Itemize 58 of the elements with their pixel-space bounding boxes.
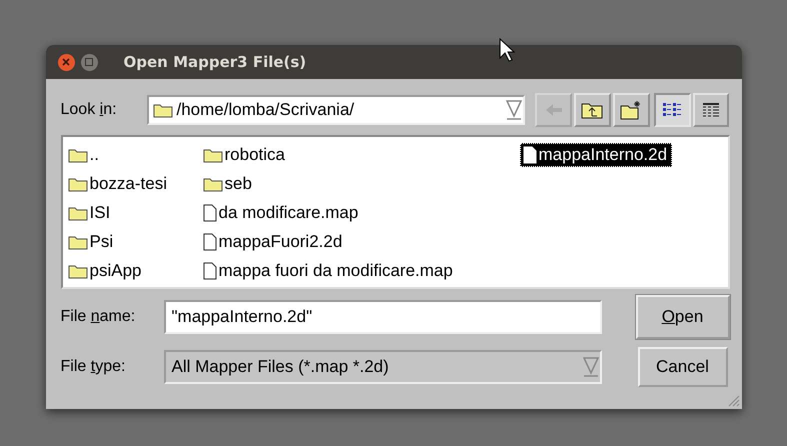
file-name: da modificare.map — [218, 202, 358, 222]
file-name: bozza-tesi — [90, 174, 167, 194]
file-type-dropdown[interactable]: All Mapper Files (*.map *.2d) — [164, 350, 602, 384]
file-name: mappaInterno.2d — [538, 144, 668, 164]
file-name: .. — [90, 144, 99, 164]
folder-icon — [68, 234, 88, 250]
folder-item[interactable]: psiApp — [64, 258, 146, 282]
file-name: mappa fuori da modificare.map — [218, 260, 453, 280]
mouse-pointer-icon — [499, 38, 515, 62]
maximize-button[interactable] — [80, 54, 98, 70]
list-view-button[interactable] — [654, 93, 691, 127]
list-view-icon — [662, 102, 682, 118]
folder-icon — [202, 146, 222, 162]
file-icon — [202, 262, 216, 280]
file-name: psiApp — [90, 260, 142, 280]
look-in-label: Look in: — [60, 101, 118, 119]
maximize-icon — [85, 58, 93, 66]
folder-item[interactable]: seb — [200, 172, 257, 196]
file-name-label: File name: — [60, 308, 136, 326]
parent-folder-icon — [581, 101, 604, 119]
folder-icon — [202, 176, 222, 192]
folder-icon — [68, 146, 88, 162]
detail-view-icon — [702, 102, 720, 118]
file-item[interactable]: mappaInterno.2d — [520, 142, 672, 166]
file-item[interactable]: da modificare.map — [200, 200, 364, 224]
file-name: ISI — [90, 202, 110, 222]
file-name: mappaFuori2.2d — [218, 232, 342, 252]
file-icon — [202, 204, 216, 222]
window-title: Open Mapper3 File(s) — [124, 53, 306, 71]
folder-icon — [68, 262, 88, 278]
file-name: Psi — [90, 232, 114, 252]
look-in-dropdown[interactable]: /home/lomba/Scrivania/ — [146, 95, 526, 125]
back-arrow-icon — [544, 103, 563, 117]
folder-icon — [68, 176, 88, 192]
close-icon — [62, 58, 70, 66]
new-folder-button[interactable] — [612, 93, 650, 127]
folder-item[interactable]: robotica — [200, 142, 290, 166]
file-name: seb — [224, 174, 252, 194]
folder-icon — [68, 204, 88, 220]
file-name: robotica — [224, 144, 285, 164]
folder-item[interactable]: bozza-tesi — [64, 172, 172, 196]
detail-view-button[interactable] — [692, 93, 730, 127]
file-icon — [522, 146, 536, 164]
close-button[interactable] — [58, 54, 74, 70]
folder-icon — [152, 102, 172, 118]
file-icon — [202, 232, 216, 250]
folder-item[interactable]: ISI — [64, 200, 116, 224]
new-folder-icon — [620, 100, 642, 120]
cancel-button[interactable]: Cancel — [638, 347, 728, 387]
file-item[interactable]: mappaFuori2.2d — [200, 230, 348, 254]
file-type-label: File type: — [60, 358, 126, 376]
open-button[interactable]: Open — [636, 295, 730, 339]
up-button[interactable] — [574, 93, 611, 127]
dropdown-caret-icon[interactable] — [505, 98, 524, 122]
file-item[interactable]: mappa fuori da modificare.map — [200, 258, 458, 282]
file-name-field[interactable]: "mappaInterno.2d" — [164, 300, 602, 334]
folder-item[interactable]: .. — [64, 142, 104, 166]
folder-item[interactable]: Psi — [64, 230, 118, 254]
